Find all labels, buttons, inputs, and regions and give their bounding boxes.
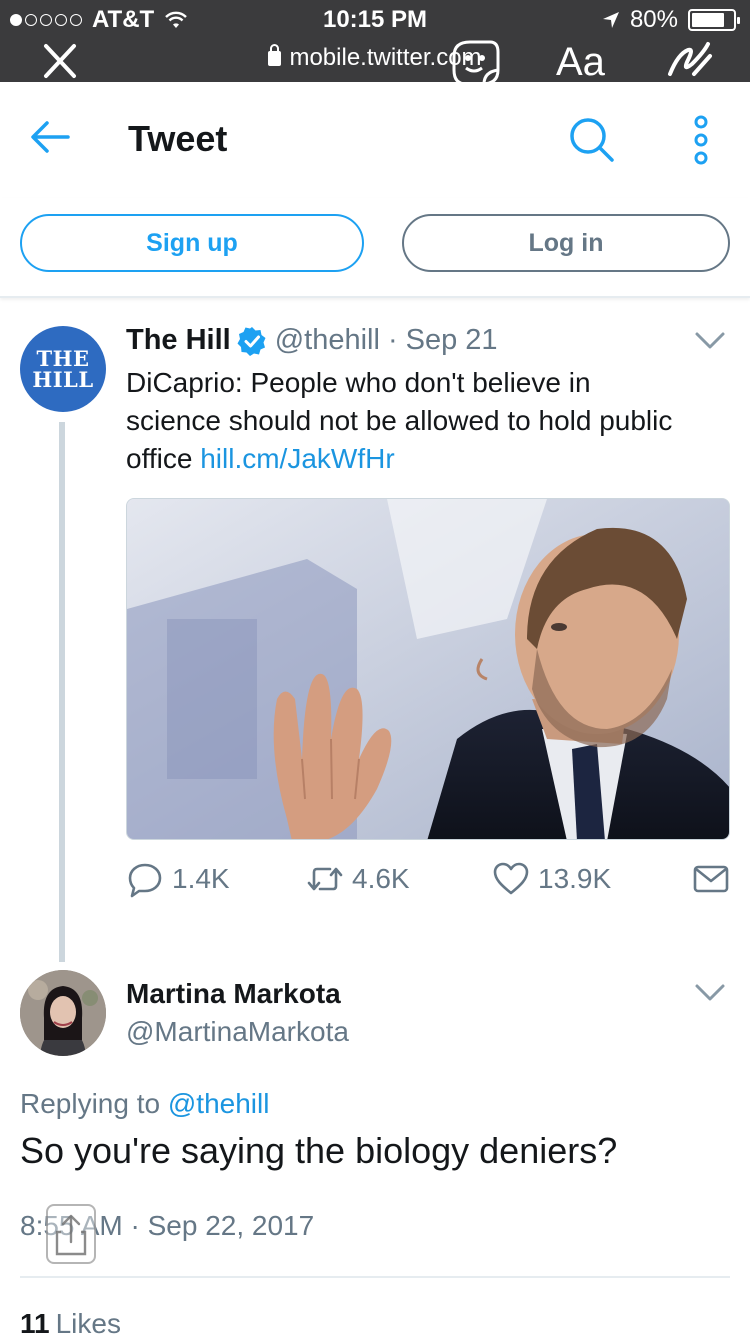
signup-button[interactable]: Sign up — [20, 214, 364, 272]
more-options-icon[interactable] — [690, 114, 712, 166]
heart-icon — [493, 862, 529, 895]
reply-author-name[interactable]: Martina Markota — [126, 978, 341, 1010]
tweet-date[interactable]: Sep 21 — [406, 324, 498, 357]
battery-percent: 80% — [629, 6, 678, 33]
text-tool-button[interactable]: Aa — [556, 40, 605, 85]
status-bar: AT&T 10:15 PM 80% — [0, 0, 750, 40]
direct-message-action[interactable] — [692, 860, 730, 898]
reply-author-handle[interactable]: @MartinaMarkota — [126, 1016, 349, 1048]
reply-icon — [128, 863, 162, 898]
tweet-separator: · — [387, 324, 398, 356]
battery-fill — [692, 13, 724, 27]
chevron-down-icon[interactable] — [694, 330, 726, 352]
likes-summary[interactable]: 11 Likes — [20, 1308, 121, 1334]
tweet-link[interactable]: hill.cm/JakWfHr — [200, 443, 394, 474]
likes-label: Likes — [55, 1308, 121, 1334]
chevron-down-icon[interactable] — [694, 982, 726, 1004]
login-button[interactable]: Log in — [402, 214, 730, 272]
reply-text: So you're saying the biology deniers? — [20, 1130, 618, 1171]
replying-to-prefix: Replying to — [20, 1088, 168, 1119]
page-header: Tweet — [0, 88, 750, 198]
avatar-photo — [20, 970, 106, 1056]
browser-url-bar: mobile.twitter.com Aa — [0, 40, 750, 86]
tweet-author-handle[interactable]: @thehill — [275, 324, 380, 357]
avatar-the-hill[interactable]: THE HILL — [20, 326, 106, 412]
location-arrow-icon — [602, 12, 619, 28]
share-icon — [55, 1214, 87, 1256]
page-title: Tweet — [128, 118, 228, 159]
auth-bar: Sign up Log in — [0, 198, 750, 298]
tweet-media-photo[interactable] — [126, 498, 730, 840]
reply-action[interactable]: 1.4K — [126, 860, 230, 898]
tweet-author-name[interactable]: The Hill — [126, 324, 231, 357]
avatar-logo-text: HILL — [32, 367, 94, 392]
replying-to-mention[interactable]: @thehill — [168, 1088, 270, 1119]
tweet-text: DiCaprio: People who don't believe in sc… — [126, 364, 686, 478]
retweet-count: 4.6K — [352, 863, 410, 894]
photo-illustration — [127, 499, 729, 839]
like-action[interactable]: 13.9K — [492, 860, 611, 898]
like-count: 13.9K — [538, 863, 612, 894]
search-icon[interactable] — [566, 114, 616, 164]
tweet-actions: 1.4K 4.6K 13.9K — [126, 860, 730, 904]
retweet-icon — [307, 867, 343, 891]
lock-icon — [268, 44, 282, 66]
draw-tool-icon[interactable] — [664, 34, 716, 86]
share-overlay-icon[interactable] — [46, 1204, 96, 1264]
back-arrow-icon[interactable] — [30, 120, 70, 154]
replying-to-line: Replying to @thehill — [20, 1088, 269, 1120]
thread-connector — [59, 422, 65, 962]
verified-badge-icon — [237, 326, 266, 356]
sticker-icon[interactable] — [448, 36, 502, 88]
reply-count: 1.4K — [172, 863, 230, 894]
divider — [20, 1276, 730, 1278]
avatar-logo-text: THE — [36, 346, 90, 371]
url-field[interactable]: mobile.twitter.com — [0, 44, 750, 72]
likes-count: 11 — [20, 1308, 50, 1334]
retweet-action[interactable]: 4.6K — [306, 860, 410, 898]
battery-icon — [688, 9, 740, 31]
avatar-martina-markota[interactable] — [20, 970, 106, 1056]
envelope-icon — [693, 865, 729, 893]
status-right: 80% — [602, 6, 740, 34]
tweet-header: The Hill @thehill · Sep 21 — [126, 324, 498, 357]
